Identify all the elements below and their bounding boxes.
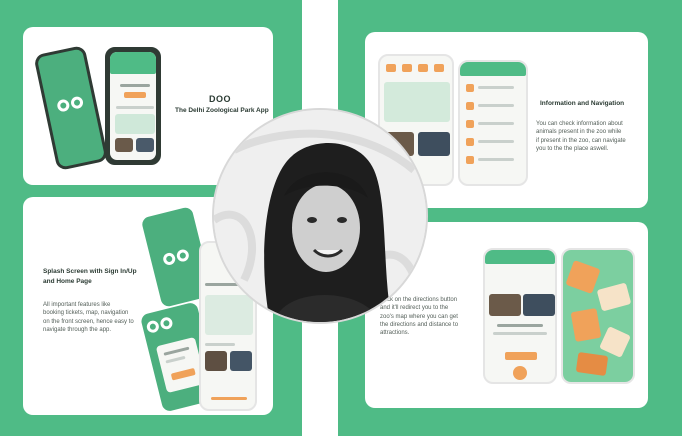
body-line: and it'll redirect you to the — [380, 305, 449, 312]
section-title: Splash Screen with Sign In/Up and Home P… — [43, 267, 137, 287]
directions-button-mock — [505, 352, 537, 360]
body-line: if present in the zoo, can navigate — [536, 137, 626, 144]
section-body: You can check information about animals … — [536, 120, 626, 153]
section-title-line: Splash Screen with Sign In/Up — [43, 268, 137, 275]
app-subtitle: The Delhi Zoological Park App — [175, 107, 269, 114]
animal-detail-mockup — [483, 248, 557, 384]
body-line: zoo's map where you can get — [380, 313, 458, 320]
section-body: Click on the directions button and it'll… — [380, 296, 458, 337]
body-line: animals present in the zoo while — [536, 129, 622, 136]
body-line: you to the the place aswell. — [536, 145, 609, 152]
app-logo-icon — [145, 316, 174, 334]
home-phone-mockup — [105, 47, 161, 165]
section-title: Information and Navigation — [540, 100, 625, 107]
body-line: navigate through the app. — [43, 326, 112, 333]
body-line: the directions and distance to — [380, 321, 459, 328]
body-line: booking tickets, map, navigation — [43, 310, 129, 317]
body-line: You can check information about — [536, 121, 623, 127]
app-name: DOO — [209, 94, 232, 104]
zoo-map-mockup — [561, 248, 635, 384]
splash-phone-mockup — [33, 44, 109, 172]
body-line: All important features like — [43, 302, 111, 308]
section-title-line: and Home Page — [43, 277, 92, 285]
body-line: Click on the directions button — [380, 297, 458, 303]
body-line: on the front screen, hence easy to — [43, 318, 134, 325]
animal-list-mockup — [458, 60, 528, 186]
body-line: attractions. — [380, 330, 410, 337]
app-logo-icon — [161, 248, 191, 267]
section-body: All important features like booking tick… — [43, 301, 134, 334]
avatar — [214, 110, 426, 322]
portrait-photo — [214, 110, 426, 322]
app-logo-icon — [56, 95, 85, 113]
